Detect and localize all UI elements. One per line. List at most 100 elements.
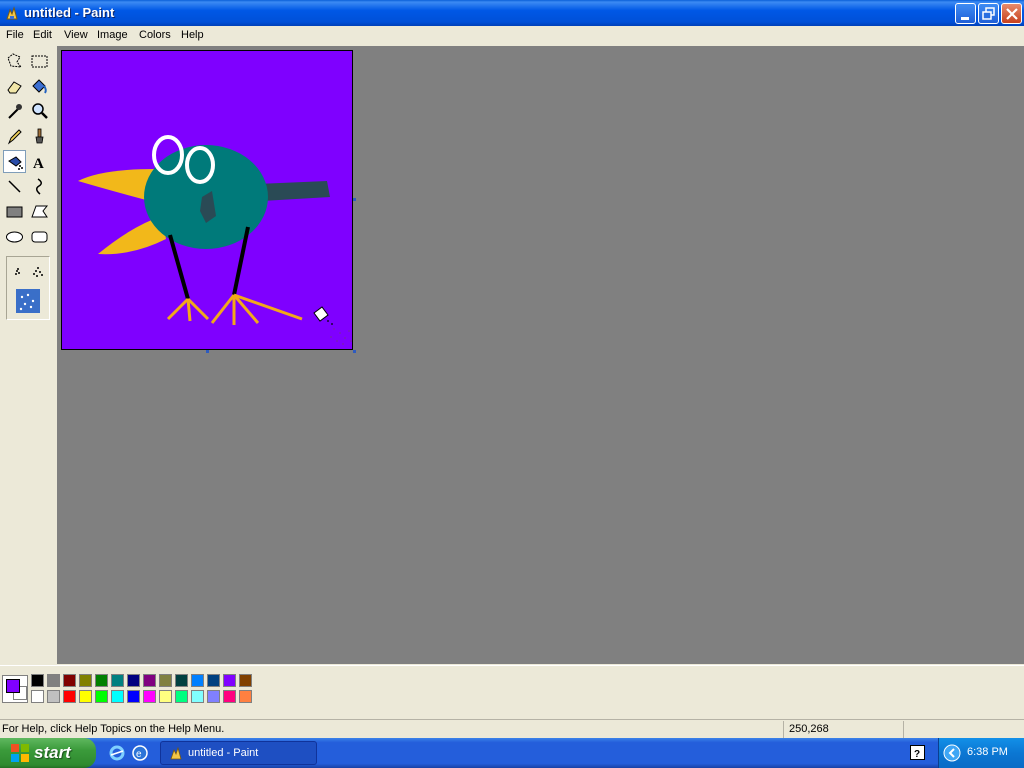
palette-swatch[interactable] xyxy=(111,674,124,687)
ellipse-tool[interactable] xyxy=(3,225,26,248)
polygon-tool[interactable] xyxy=(28,200,51,223)
resize-handle-bottom[interactable] xyxy=(206,350,209,353)
palette-swatch[interactable] xyxy=(95,674,108,687)
curve-icon xyxy=(36,178,42,195)
select-icon xyxy=(31,55,48,68)
airbrush-size-options[interactable] xyxy=(7,257,49,319)
palette-swatch[interactable] xyxy=(223,674,236,687)
palette-swatch[interactable] xyxy=(111,690,124,703)
clock: 6:38 PM xyxy=(967,746,1008,758)
resize-handle-right[interactable] xyxy=(353,198,356,201)
close-button[interactable] xyxy=(1001,3,1022,24)
current-colors[interactable] xyxy=(2,675,28,703)
svg-text:e: e xyxy=(136,749,142,760)
text-icon: A xyxy=(33,156,44,172)
airbrush-tool[interactable] xyxy=(3,150,26,173)
palette-swatch[interactable] xyxy=(127,674,140,687)
eyedropper-icon xyxy=(8,104,22,119)
status-help-text: For Help, click Help Topics on the Help … xyxy=(2,723,225,735)
menu-colors[interactable]: Colors xyxy=(139,29,171,41)
menu-help[interactable]: Help xyxy=(181,29,204,41)
magnifier-tool[interactable] xyxy=(28,100,51,123)
title-bar[interactable]: untitled - Paint xyxy=(0,0,1024,26)
fill-bucket-icon xyxy=(32,79,47,94)
rounded-rectangle-tool[interactable] xyxy=(28,225,51,248)
palette-swatch[interactable] xyxy=(143,690,156,703)
pencil-tool[interactable] xyxy=(3,125,26,148)
resize-handle-corner[interactable] xyxy=(353,350,356,353)
windows-logo-icon xyxy=(11,744,29,762)
show-hidden-icons-icon[interactable] xyxy=(943,744,961,762)
palette-swatch[interactable] xyxy=(63,674,76,687)
restore-button[interactable] xyxy=(978,3,999,24)
rounded-rectangle-icon xyxy=(31,231,48,243)
minimize-icon xyxy=(961,17,969,20)
cursor-coordinates: 250,268 xyxy=(789,723,829,735)
internet-explorer-icon[interactable] xyxy=(108,744,126,762)
menu-image[interactable]: Image xyxy=(97,29,128,41)
free-form-select-icon xyxy=(7,53,23,68)
pick-color-tool[interactable] xyxy=(3,100,26,123)
line-icon xyxy=(8,180,21,193)
status-bar: For Help, click Help Topics on the Help … xyxy=(0,719,1024,739)
palette-swatch[interactable] xyxy=(159,690,172,703)
palette-swatch[interactable] xyxy=(207,674,220,687)
eraser-icon xyxy=(7,81,22,94)
svg-text:A: A xyxy=(33,156,44,172)
palette-swatch[interactable] xyxy=(191,690,204,703)
menu-view[interactable]: View xyxy=(64,29,88,41)
palette-swatch[interactable] xyxy=(63,690,76,703)
airbrush-large-spray-icon[interactable] xyxy=(16,289,40,313)
tool-options-box xyxy=(6,256,50,320)
eraser-tool[interactable] xyxy=(3,75,26,98)
palette-swatch[interactable] xyxy=(79,690,92,703)
palette-swatch[interactable] xyxy=(31,674,44,687)
palette-swatch[interactable] xyxy=(47,674,60,687)
rectangle-tool[interactable] xyxy=(3,200,26,223)
airbrush-icon xyxy=(8,156,23,170)
palette-swatch[interactable] xyxy=(143,674,156,687)
menu-edit[interactable]: Edit xyxy=(33,29,52,41)
window-title: untitled - Paint xyxy=(24,5,115,20)
palette-swatch[interactable] xyxy=(127,690,140,703)
line-tool[interactable] xyxy=(3,175,26,198)
help-icon[interactable]: ? xyxy=(910,745,925,760)
minimize-button[interactable] xyxy=(955,3,976,24)
fill-with-color-tool[interactable] xyxy=(28,75,51,98)
workspace xyxy=(57,46,1024,664)
pencil-icon xyxy=(7,129,22,145)
text-tool[interactable]: A xyxy=(28,150,51,173)
palette-swatch[interactable] xyxy=(239,674,252,687)
palette-swatch[interactable] xyxy=(207,690,220,703)
airbrush-small-spray-icon[interactable] xyxy=(15,268,20,275)
taskbar-paint-button[interactable]: untitled - Paint xyxy=(160,741,317,765)
taskbar-paint-label: untitled - Paint xyxy=(188,747,259,759)
palette-swatch[interactable] xyxy=(95,690,108,703)
ellipse-icon xyxy=(6,231,23,243)
palette-swatch[interactable] xyxy=(175,674,188,687)
close-icon xyxy=(1006,8,1018,20)
palette-swatch[interactable] xyxy=(31,690,44,703)
palette-swatch[interactable] xyxy=(223,690,236,703)
brush-tool[interactable] xyxy=(28,125,51,148)
start-button[interactable]: start xyxy=(0,738,96,768)
free-form-select-tool[interactable] xyxy=(3,50,26,73)
email-client-icon[interactable]: e xyxy=(131,744,149,762)
palette-swatch[interactable] xyxy=(159,674,172,687)
palette-swatch[interactable] xyxy=(239,690,252,703)
palette-swatch[interactable] xyxy=(191,674,204,687)
color-box xyxy=(0,665,1024,716)
foreground-color-swatch[interactable] xyxy=(6,679,20,693)
select-tool[interactable] xyxy=(28,50,51,73)
drawing-canvas[interactable] xyxy=(61,50,353,350)
curve-tool[interactable] xyxy=(28,175,51,198)
taskbar: start e untitled - Paint ? 6:38 PM xyxy=(0,738,1024,768)
airbrush-medium-spray-icon[interactable] xyxy=(33,267,43,277)
palette-swatch[interactable] xyxy=(79,674,92,687)
paint-icon xyxy=(6,6,18,20)
menu-file[interactable]: File xyxy=(6,29,24,41)
palette-swatch[interactable] xyxy=(47,690,60,703)
tool-box: A xyxy=(0,46,58,664)
magnifier-icon xyxy=(32,103,48,119)
palette-swatch[interactable] xyxy=(175,690,188,703)
